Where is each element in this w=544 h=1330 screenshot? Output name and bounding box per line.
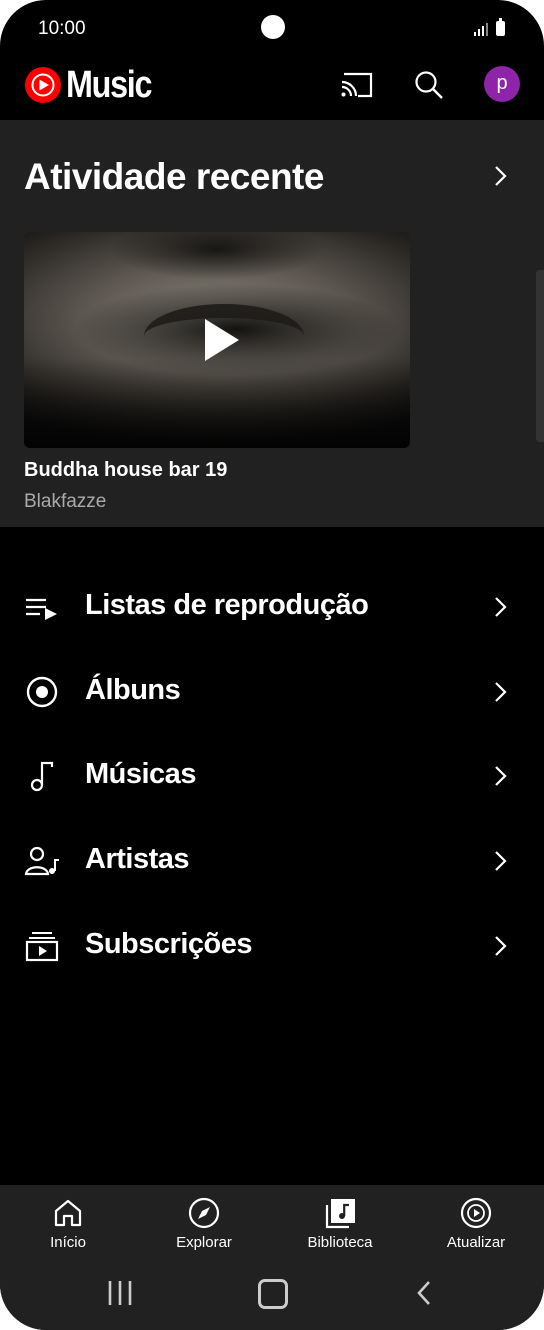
app-title: Music <box>66 64 152 106</box>
cast-icon[interactable] <box>340 72 374 98</box>
back-icon[interactable] <box>414 1280 434 1306</box>
library-item-label: Subscrições <box>85 928 252 960</box>
app-header: Music p <box>0 58 544 120</box>
album-icon <box>26 676 58 708</box>
artist-icon <box>24 846 59 876</box>
explore-icon <box>188 1197 220 1229</box>
chevron-right-icon[interactable] <box>490 164 510 188</box>
library-item-label: Listas de reprodução <box>85 589 369 621</box>
nav-tab-label: Início <box>50 1234 86 1251</box>
nav-tab-upgrade[interactable]: Atualizar <box>408 1185 544 1267</box>
recent-activity-section: Atividade recente Buddha house bar 19 Bl… <box>0 120 544 527</box>
library-item-playlists[interactable]: Listas de reprodução <box>0 565 544 649</box>
library-item-label: Músicas <box>85 758 196 790</box>
chevron-right-icon <box>495 597 507 617</box>
recent-item-thumbnail[interactable] <box>24 232 410 448</box>
library-item-label: Artistas <box>85 843 190 875</box>
chevron-right-icon <box>495 766 507 786</box>
library-item-label: Álbuns <box>85 674 181 706</box>
recent-activity-title[interactable]: Atividade recente <box>24 156 324 198</box>
home-button-icon[interactable] <box>258 1279 288 1309</box>
library-item-subscriptions[interactable]: Subscrições <box>0 904 544 988</box>
nav-tab-explore[interactable]: Explorar <box>136 1185 272 1267</box>
nav-tab-label: Biblioteca <box>307 1234 373 1251</box>
camera-cutout <box>261 15 285 39</box>
status-bar: 10:00 <box>0 0 544 58</box>
chevron-right-icon <box>495 851 507 871</box>
system-navigation-bar <box>0 1267 544 1330</box>
thumbnail-shade <box>24 358 410 448</box>
scroll-indicator[interactable] <box>536 270 544 442</box>
library-item-songs[interactable]: Músicas <box>0 734 544 818</box>
bottom-navigation: Início Explorar Biblioteca Atualizar <box>0 1185 544 1267</box>
nav-tab-label: Atualizar <box>446 1234 506 1251</box>
recent-item-title[interactable]: Buddha house bar 19 <box>24 459 227 482</box>
chevron-right-icon <box>495 682 507 702</box>
library-icon <box>325 1199 355 1229</box>
nav-tab-home[interactable]: Início <box>0 1185 136 1267</box>
upgrade-icon <box>460 1197 492 1229</box>
account-avatar[interactable]: p <box>484 66 520 102</box>
nav-tab-library[interactable]: Biblioteca <box>272 1185 408 1267</box>
recent-item-artist: Blakfazze <box>24 491 107 512</box>
library-item-artists[interactable]: Artistas <box>0 819 544 903</box>
play-icon[interactable] <box>205 319 239 361</box>
music-note-icon <box>30 761 54 792</box>
youtube-music-logo-icon <box>25 67 61 103</box>
signal-icon <box>474 23 488 36</box>
search-icon[interactable] <box>414 70 444 100</box>
playlist-icon <box>26 598 57 620</box>
chevron-right-icon <box>495 936 507 956</box>
library-item-albums[interactable]: Álbuns <box>0 650 544 734</box>
home-icon <box>54 1199 82 1227</box>
nav-tab-label: Explorar <box>176 1234 232 1251</box>
battery-icon <box>496 18 505 36</box>
phone-screen: 10:00 Music p Atividade recente Buddha h… <box>0 0 544 1330</box>
recent-apps-icon[interactable] <box>108 1280 132 1306</box>
subscriptions-icon <box>25 932 59 962</box>
status-time: 10:00 <box>38 18 86 39</box>
